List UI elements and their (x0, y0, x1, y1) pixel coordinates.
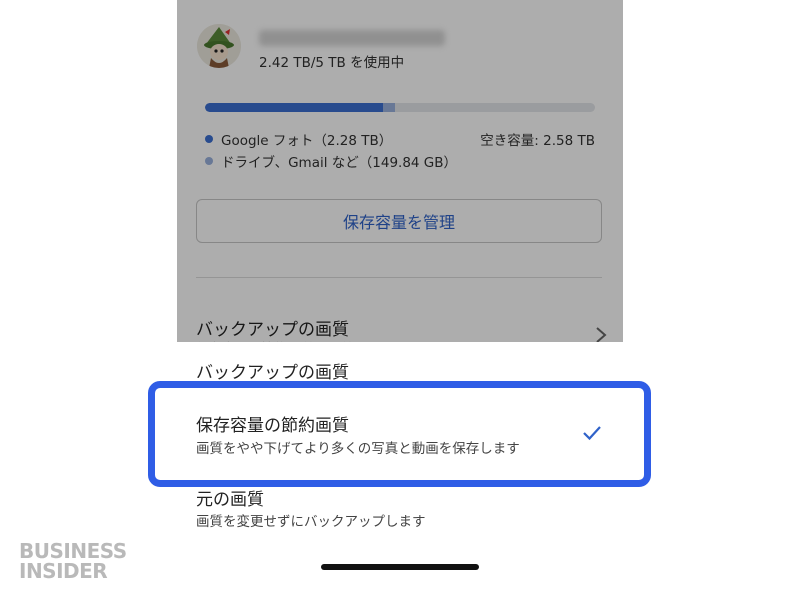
phone-screen: 2.42 TB/5 TB を使用中 Google フォト（2.28 TB） 空き… (177, 0, 623, 600)
storage-bar-drive-segment (382, 103, 395, 112)
option-original-quality-description: 画質を変更せずにバックアップします (196, 514, 426, 530)
legend-drive: ドライブ、Gmail など（149.84 GB） (205, 151, 457, 171)
option-original-quality[interactable]: 元の画質 画質を変更せずにバックアップします (177, 479, 623, 541)
legend-photos: Google フォト（2.28 TB） (205, 129, 392, 149)
manage-storage-button[interactable]: 保存容量を管理 (196, 199, 602, 243)
divider (196, 277, 602, 278)
photos-dot-icon (205, 135, 213, 143)
business-insider-logo: BUSINESS INSIDER (19, 541, 129, 581)
drive-dot-icon (205, 157, 213, 165)
logo-line-2: INSIDER (19, 559, 108, 583)
avatar-image (197, 24, 241, 68)
avatar[interactable] (197, 24, 241, 68)
account-email-redacted (259, 30, 445, 46)
storage-used-text: 2.42 TB/5 TB を使用中 (259, 55, 405, 71)
sheet-title: バックアップの画質 (196, 363, 349, 383)
backup-quality-row-title[interactable]: バックアップの画質 (196, 315, 349, 340)
storage-bar-photos-segment (205, 103, 383, 112)
storage-bar (205, 103, 595, 112)
free-space-text: 空き容量: 2.58 TB (480, 133, 595, 149)
option-original-quality-title: 元の画質 (196, 490, 264, 510)
highlight-annotation (148, 381, 651, 487)
logo-line-1: BUSINESS (19, 539, 127, 563)
home-indicator[interactable] (321, 564, 479, 570)
legend-drive-label: ドライブ、Gmail など（149.84 GB） (221, 155, 458, 171)
legend-photos-label: Google フォト（2.28 TB） (221, 133, 393, 149)
